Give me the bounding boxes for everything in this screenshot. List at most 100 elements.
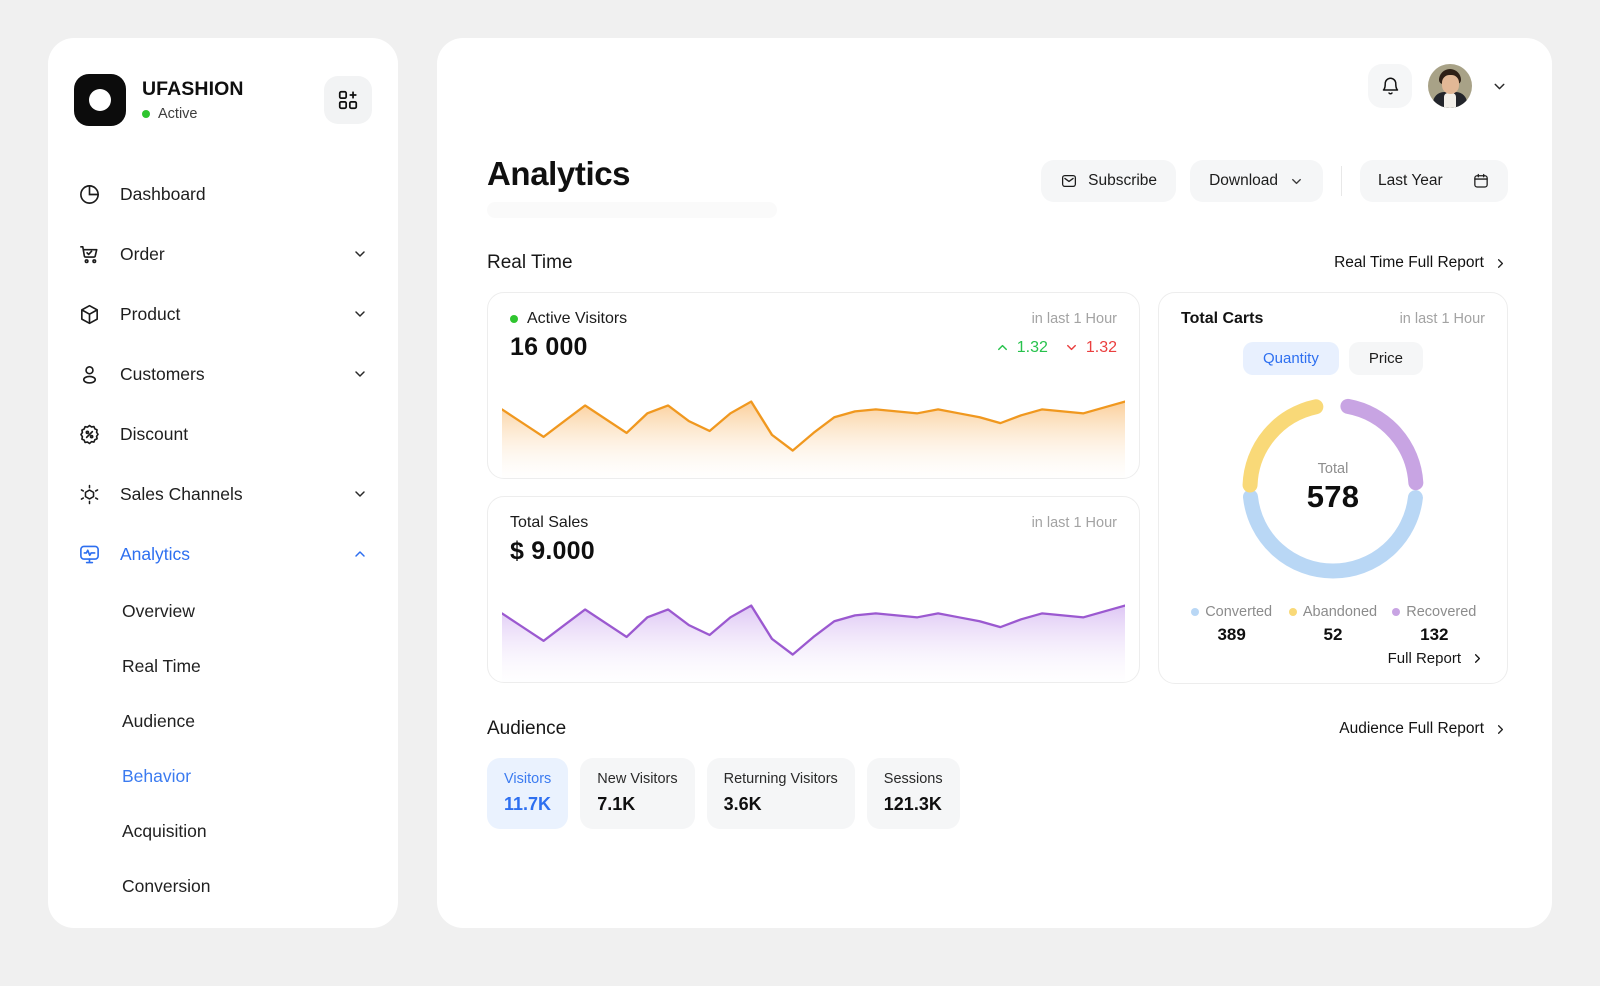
topbar bbox=[437, 38, 1552, 134]
legend-item-converted: Converted 389 bbox=[1181, 604, 1282, 645]
total-sales-chart bbox=[502, 604, 1125, 683]
legend-value: 389 bbox=[1217, 625, 1246, 645]
active-visitors-value: 16 000 bbox=[510, 333, 588, 362]
sidebar: UFASHION Active Dashboard Order Product … bbox=[48, 38, 398, 928]
realtime-grid: Active Visitors in last 1 Hour 16 000 1.… bbox=[487, 292, 1508, 685]
download-button[interactable]: Download bbox=[1190, 160, 1323, 202]
chevron-down-icon bbox=[1064, 340, 1079, 355]
sidebar-subitem-real-time[interactable]: Real Time bbox=[48, 639, 398, 694]
trend-down-value: 1.32 bbox=[1085, 338, 1117, 356]
avatar-face bbox=[1441, 75, 1459, 94]
sidebar-item-label: Customers bbox=[120, 363, 205, 384]
tab-price[interactable]: Price bbox=[1348, 342, 1424, 376]
audience-tab-sessions[interactable]: Sessions 121.3K bbox=[866, 758, 960, 830]
channels-icon bbox=[76, 481, 102, 507]
trend-up-value: 1.32 bbox=[1016, 338, 1048, 356]
tab-price-label: Price bbox=[1368, 350, 1404, 368]
subscribe-label: Subscribe bbox=[1088, 172, 1158, 189]
header-divider bbox=[1341, 166, 1342, 196]
audience-tab-label: Visitors bbox=[504, 771, 552, 788]
trend-down: 1.32 bbox=[1064, 339, 1117, 357]
sidebar-item-label: Analytics bbox=[120, 543, 191, 564]
total-sales-title: Total Sales bbox=[510, 514, 589, 532]
sidebar-item-label: Order bbox=[120, 243, 165, 264]
audience-tab-value: 3.6K bbox=[723, 794, 762, 815]
status-dot-icon bbox=[142, 109, 150, 118]
audience-tab-value: 7.1K bbox=[597, 794, 636, 815]
tab-quantity[interactable]: Quantity bbox=[1242, 342, 1339, 376]
donut-total-value: 578 bbox=[1306, 479, 1360, 515]
notifications-button[interactable] bbox=[1368, 64, 1412, 108]
total-sales-sparkline bbox=[502, 584, 1125, 683]
sidebar-item-label: Product bbox=[120, 303, 181, 324]
audience-tab-visitors[interactable]: Visitors 11.7K bbox=[487, 758, 569, 830]
active-visitors-value-row: 16 000 1.32 1.32 bbox=[488, 328, 1139, 362]
chevron-up-icon bbox=[352, 546, 368, 562]
chevron-right-icon bbox=[1470, 651, 1485, 666]
total-sales-header: Total Sales in last 1 Hour bbox=[488, 497, 1139, 532]
header-actions: Subscribe Download Last Year bbox=[1041, 156, 1508, 202]
total-sales-value: $ 9.000 bbox=[510, 537, 595, 566]
sidebar-item-product[interactable]: Product bbox=[48, 284, 398, 344]
main-panel: Analytics Subscribe Download Last Year R… bbox=[437, 38, 1552, 928]
realtime-right-column: Total Carts in last 1 Hour Quantity Pric… bbox=[1158, 292, 1508, 685]
realtime-section-header: Real Time Real Time Full Report bbox=[487, 252, 1508, 274]
avatar[interactable] bbox=[1428, 64, 1472, 108]
sidebar-item-discount[interactable]: Discount bbox=[48, 404, 398, 464]
sidebar-item-label: Dashboard bbox=[120, 183, 206, 204]
chevron-right-icon bbox=[1493, 722, 1508, 737]
download-label: Download bbox=[1209, 172, 1278, 189]
legend-top: Abandoned bbox=[1282, 604, 1383, 620]
sidebar-subitem-label: Real Time bbox=[122, 656, 201, 676]
add-app-button[interactable] bbox=[324, 76, 372, 124]
sidebar-item-dashboard[interactable]: Dashboard bbox=[48, 164, 398, 224]
realtime-full-report-link[interactable]: Real Time Full Report bbox=[1334, 254, 1508, 272]
subscribe-button[interactable]: Subscribe bbox=[1041, 160, 1177, 202]
date-range-selector[interactable]: Last Year bbox=[1360, 160, 1508, 202]
total-sales-card: Total Sales in last 1 Hour $ 9.000 bbox=[487, 496, 1140, 684]
trend-up: 1.32 bbox=[995, 339, 1048, 357]
total-carts-donut: Total 578 bbox=[1233, 388, 1433, 588]
sidebar-subitem-audience[interactable]: Audience bbox=[48, 694, 398, 749]
active-visitors-period: in last 1 Hour bbox=[1031, 311, 1117, 328]
sidebar-item-customers[interactable]: Customers bbox=[48, 344, 398, 404]
sidebar-nav: Dashboard Order Product Customers Discou… bbox=[48, 164, 398, 914]
mail-icon bbox=[1060, 172, 1078, 190]
sidebar-item-analytics[interactable]: Analytics bbox=[48, 524, 398, 584]
total-carts-full-report-link[interactable]: Full Report bbox=[1388, 650, 1485, 667]
sidebar-subitem-label: Audience bbox=[122, 711, 195, 731]
audience-tab-returning-visitors[interactable]: Returning Visitors 3.6K bbox=[706, 758, 855, 830]
avatar-shirt bbox=[1444, 93, 1456, 108]
audience-full-report-link[interactable]: Audience Full Report bbox=[1339, 720, 1508, 738]
sidebar-item-sales-channels[interactable]: Sales Channels bbox=[48, 464, 398, 524]
total-carts-title: Total Carts bbox=[1181, 310, 1264, 328]
sidebar-item-order[interactable]: Order bbox=[48, 224, 398, 284]
legend-label: Recovered bbox=[1406, 604, 1477, 621]
calendar-icon bbox=[1472, 172, 1490, 190]
brand-name: UFASHION bbox=[142, 78, 244, 101]
total-carts-header: Total Carts in last 1 Hour bbox=[1181, 310, 1485, 328]
active-visitors-chart bbox=[502, 400, 1125, 479]
chevron-down-icon bbox=[352, 246, 368, 262]
cube-icon bbox=[76, 301, 102, 327]
circle-logo-icon bbox=[74, 74, 126, 126]
app-window: UFASHION Active Dashboard Order Product … bbox=[0, 0, 1600, 986]
account-menu-button[interactable] bbox=[1490, 78, 1508, 95]
audience-tabs: Visitors 11.7K New Visitors 7.1K Returni… bbox=[487, 758, 1508, 830]
analytics-icon bbox=[76, 541, 102, 567]
live-dot-icon bbox=[510, 315, 518, 324]
audience-tab-label: Returning Visitors bbox=[723, 771, 838, 788]
legend-top: Recovered bbox=[1384, 604, 1485, 620]
active-visitors-header: Active Visitors in last 1 Hour bbox=[488, 293, 1139, 328]
audience-tab-new-visitors[interactable]: New Visitors 7.1K bbox=[580, 758, 695, 830]
sidebar-subitem-conversion[interactable]: Conversion bbox=[48, 859, 398, 914]
sidebar-subitem-acquisition[interactable]: Acquisition bbox=[48, 804, 398, 859]
legend-item-recovered: Recovered 132 bbox=[1384, 604, 1485, 645]
audience-section-title: Audience bbox=[487, 718, 567, 740]
sidebar-subitem-overview[interactable]: Overview bbox=[48, 584, 398, 639]
page-header: Analytics Subscribe Download Last Year bbox=[487, 155, 1508, 219]
chevron-down-icon bbox=[1494, 83, 1504, 89]
legend-top: Converted bbox=[1181, 604, 1282, 620]
chevron-down-icon bbox=[352, 486, 368, 502]
sidebar-subitem-behavior[interactable]: Behavior bbox=[48, 749, 398, 804]
